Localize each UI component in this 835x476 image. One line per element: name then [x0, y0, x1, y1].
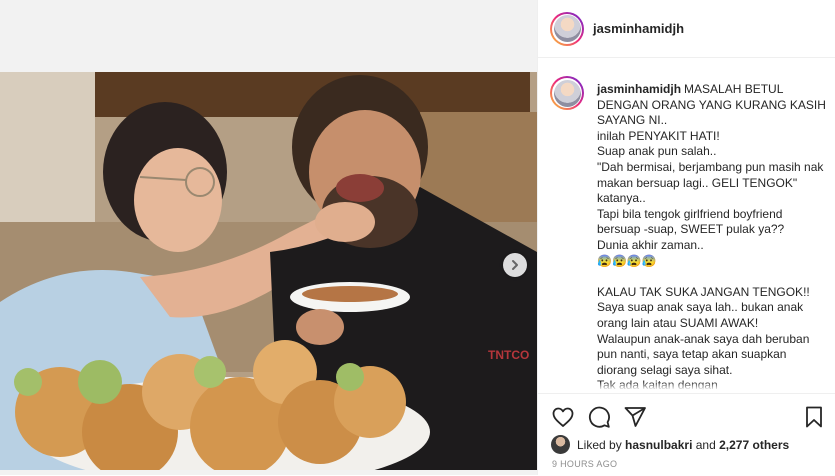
liker-avatar[interactable]: [551, 435, 570, 454]
likes-others-link[interactable]: 2,277 others: [719, 438, 789, 452]
post-timestamp[interactable]: 9 HOURS AGO: [552, 459, 617, 469]
caption-line: "Dah bermisai, berjambang pun masih nak …: [597, 159, 824, 206]
likes-prefix: Liked by: [577, 437, 622, 452]
liker-username[interactable]: hasnulbakri: [625, 438, 692, 452]
caption-emoji-line: 😰😰😰😰: [597, 253, 657, 268]
profile-avatar[interactable]: [550, 11, 584, 46]
caption-line: Saya suap anak saya lah.. bukan anak ora…: [597, 300, 804, 330]
like-button[interactable]: [550, 404, 576, 430]
comment-icon: [588, 406, 610, 428]
caption-text: jasminhamidjh MASALAH BETUL DENGAN ORANG …: [597, 82, 827, 390]
bookmark-icon: [806, 406, 822, 428]
caption-line: inilah PENYAKIT HATI!: [597, 128, 720, 143]
caption-line: Tapi bila tengok girlfriend boyfriend be…: [597, 206, 785, 237]
likes-connector: and: [695, 437, 716, 452]
caption-fade: [538, 382, 835, 390]
caption-avatar[interactable]: [550, 76, 584, 110]
media-area: TNTCO: [0, 0, 537, 475]
shirt-logo: TNTCO: [488, 348, 529, 362]
action-bar: Liked by hasnulbakri and 2,277 others 9 …: [538, 393, 835, 476]
paper-plane-icon: [624, 407, 646, 427]
post-sidebar: jasminhamidjh jasminhamidjh MASALAH BETUL…: [537, 0, 835, 475]
next-photo-button[interactable]: [503, 253, 527, 277]
comment-button[interactable]: [586, 404, 612, 430]
heart-icon: [552, 407, 574, 427]
chevron-right-icon: [512, 260, 518, 270]
post-header: jasminhamidjh: [538, 0, 835, 58]
caption-line: Suap anak pun salah..: [597, 144, 717, 159]
save-button[interactable]: [801, 404, 827, 430]
caption-line: Dunia akhir zaman..: [597, 237, 704, 252]
post-photo[interactable]: TNTCO: [0, 72, 537, 470]
caption-area: jasminhamidjh MASALAH BETUL DENGAN ORANG …: [538, 70, 835, 390]
share-button[interactable]: [622, 404, 648, 430]
post-username[interactable]: jasminhamidjh: [593, 21, 684, 36]
caption-line: KALAU TAK SUKA JANGAN TENGOK!!: [597, 284, 810, 299]
likes-summary: Liked by hasnulbakri and 2,277 others: [551, 435, 789, 454]
caption-username[interactable]: jasminhamidjh: [597, 82, 681, 96]
caption-line: Walaupun anak-anak saya dah beruban pun …: [597, 331, 810, 377]
